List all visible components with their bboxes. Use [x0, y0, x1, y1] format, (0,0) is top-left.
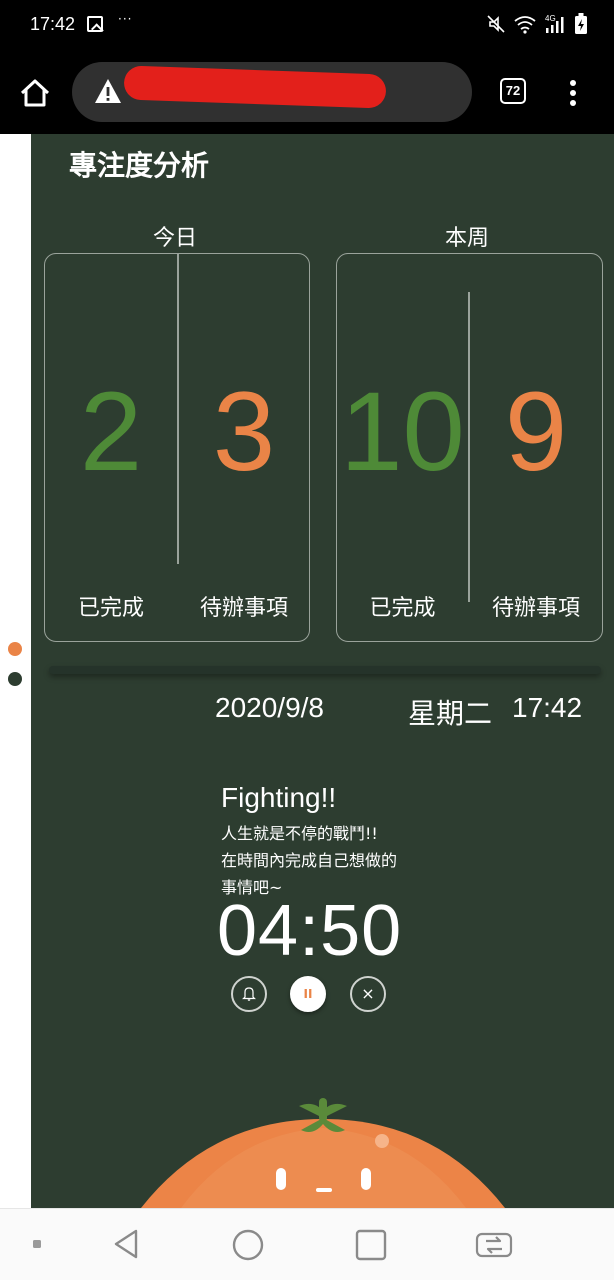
nav-dot[interactable] [8, 672, 22, 686]
warning-icon [95, 79, 121, 103]
web-page: 專注度分析 今日 2 3 已完成 待辦事項 本周 10 9 已完成 待辦事項 2… [0, 134, 614, 1208]
tab-switcher-button[interactable]: 72 [500, 78, 526, 104]
address-bar[interactable]: h [72, 62, 472, 122]
wifi-icon [514, 16, 536, 34]
more-vert-icon[interactable] [568, 80, 578, 106]
nav-dot-active[interactable] [8, 642, 22, 656]
svg-text:4G: 4G [545, 14, 556, 23]
signal-4g-icon: 4G [545, 14, 564, 33]
mute-icon [487, 15, 505, 33]
switch-apps-icon[interactable] [474, 1229, 514, 1261]
dot-indicator-icon [33, 1240, 41, 1248]
home-circle-icon[interactable] [231, 1228, 265, 1262]
redaction-mark [123, 65, 387, 109]
browser-toolbar: h 72 [0, 50, 614, 198]
recents-icon[interactable] [354, 1228, 388, 1262]
back-icon[interactable] [110, 1227, 144, 1261]
tomato-mascot [141, 1098, 505, 1208]
focus-panel: 專注度分析 今日 2 3 已完成 待辦事項 本周 10 9 已完成 待辦事項 2… [31, 134, 614, 1208]
status-icons: 4G [486, 13, 588, 35]
home-icon[interactable] [18, 76, 52, 110]
status-bar: 17:42 ··· 4G [0, 0, 614, 50]
system-navigation-bar [0, 1208, 614, 1280]
battery-charging-icon [575, 13, 587, 34]
more-notifications-icon: ··· [118, 12, 133, 26]
image-notification-icon [87, 16, 103, 32]
status-time: 17:42 [30, 14, 76, 34]
